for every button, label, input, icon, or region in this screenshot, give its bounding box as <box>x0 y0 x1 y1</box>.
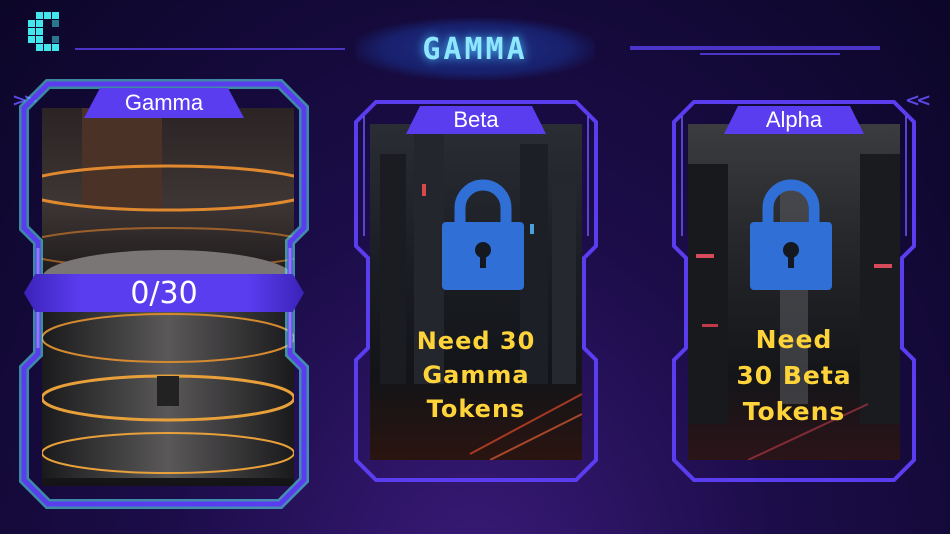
card-alpha-tab: Alpha <box>724 106 864 134</box>
back-arrow-icon <box>28 12 59 51</box>
padlock-icon <box>750 179 832 290</box>
card-beta-label: Beta <box>453 107 499 132</box>
alpha-requirement: Need 30 Beta Tokens <box>698 322 890 430</box>
card-gamma-label: Gamma <box>124 90 204 115</box>
card-beta-frame <box>354 100 598 482</box>
card-gamma-tab: Gamma <box>84 88 244 118</box>
beta-requirement-line-2: Gamma <box>422 361 530 389</box>
header-deco-line-left <box>75 48 345 50</box>
alpha-requirement-line-3: Tokens <box>742 397 846 426</box>
card-beta-tab: Beta <box>406 106 546 134</box>
card-alpha-label: Alpha <box>765 107 823 132</box>
header-deco-line-right-thin <box>700 53 840 55</box>
card-beta[interactable]: Beta Need 30 Gamma Tokens <box>350 96 602 486</box>
gamma-progress-bar: 0/30 <box>24 274 304 312</box>
card-gamma[interactable]: Gamma 0/30 <box>18 78 310 510</box>
beta-requirement-line-1: Need 30 <box>416 327 536 355</box>
alpha-requirement-line-2: 30 Beta <box>736 361 852 390</box>
page-title: GAMMA <box>422 31 528 67</box>
alpha-requirement-line-1: Need <box>755 325 833 354</box>
title-plate: GAMMA <box>355 18 595 80</box>
header-deco-line-right <box>630 46 880 50</box>
back-button[interactable] <box>22 10 68 56</box>
card-alpha[interactable]: Alpha Need 30 Beta Tokens <box>668 96 920 486</box>
beta-requirement-line-3: Tokens <box>426 395 526 423</box>
padlock-icon <box>442 179 524 290</box>
gamma-progress-text: 0/30 <box>130 275 198 311</box>
beta-requirement: Need 30 Gamma Tokens <box>380 324 572 426</box>
